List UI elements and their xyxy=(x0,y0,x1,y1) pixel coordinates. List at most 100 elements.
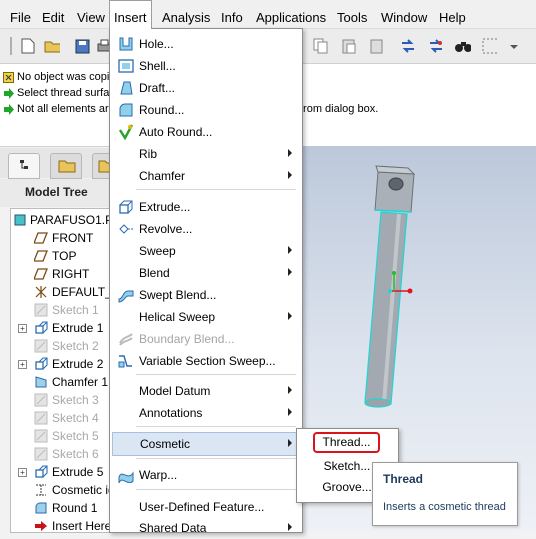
tree-item-label: PARAFUSO1.PR xyxy=(30,213,111,227)
tree-item-label: TOP xyxy=(52,249,77,263)
navigator-tabs xyxy=(0,148,114,179)
menu-item-chamfer[interactable]: Chamfer xyxy=(111,165,300,187)
part-icon xyxy=(14,214,26,226)
menu-insert[interactable]: Insert xyxy=(109,0,152,29)
csys-icon xyxy=(35,286,47,298)
menu-item-hole[interactable]: Hole... xyxy=(111,33,300,55)
insert-arrow-icon xyxy=(35,521,47,531)
tree-item[interactable]: DEFAULT_C xyxy=(34,284,111,300)
menu-edit[interactable]: Edit xyxy=(38,0,68,28)
tree-item[interactable]: PARAFUSO1.PR xyxy=(14,212,111,228)
menu-tools[interactable]: Tools xyxy=(333,0,371,28)
menu-item-shared-data[interactable]: Shared Data xyxy=(111,517,300,539)
chevron-right-icon xyxy=(288,408,292,416)
menu-item-shell[interactable]: Shell... xyxy=(111,55,300,77)
tree-item-label: Extrude 2 xyxy=(52,357,104,371)
auto-round-icon xyxy=(118,124,134,140)
tree-item[interactable]: Sketch 4 xyxy=(34,410,99,426)
menu-item-label: Sketch... xyxy=(323,459,371,473)
menu-item-blend[interactable]: Blend xyxy=(111,262,300,284)
chamfer-icon xyxy=(35,376,47,388)
menu-item-revolve[interactable]: Revolve... xyxy=(111,218,300,240)
open-folder-icon[interactable] xyxy=(44,38,60,54)
find-icon[interactable] xyxy=(455,38,471,54)
new-file-icon[interactable] xyxy=(20,38,36,54)
tooltip: Thread Inserts a cosmetic thread xyxy=(372,462,518,526)
model-tree-header: Model Tree xyxy=(0,179,110,207)
tree-item[interactable]: Extrude 2 xyxy=(34,356,103,372)
tree-item[interactable]: Sketch 6 xyxy=(34,446,99,462)
tree-item-label: Sketch 4 xyxy=(52,411,99,425)
menu-applications[interactable]: Applications xyxy=(252,0,330,28)
menu-file[interactable]: File xyxy=(6,0,35,28)
menu-view[interactable]: View xyxy=(73,0,109,28)
tree-item[interactable]: Round 1 xyxy=(34,500,97,516)
tree-item[interactable]: Extrude 1 xyxy=(34,320,103,336)
tree-item[interactable]: Extrude 5 xyxy=(34,464,103,480)
menu-item-sweep[interactable]: Sweep xyxy=(111,240,300,262)
chevron-right-icon xyxy=(288,268,292,276)
sketch-icon xyxy=(34,411,48,425)
message-text: from dialog box. xyxy=(300,103,379,115)
chevron-right-icon xyxy=(288,149,292,157)
menu-item-rib[interactable]: Rib xyxy=(111,143,300,165)
menu-item-label: Thread... xyxy=(322,435,371,449)
menu-item-thread[interactable]: Thread... xyxy=(313,432,380,453)
tree-item-label: Sketch 1 xyxy=(52,303,99,317)
tree-item[interactable]: Sketch 2 xyxy=(34,338,99,354)
menu-info[interactable]: Info xyxy=(217,0,247,28)
model-tree-icon xyxy=(20,160,28,169)
menu-item-round[interactable]: Round... xyxy=(111,99,300,121)
tree-item[interactable]: TOP xyxy=(34,248,76,264)
menu-item-draft[interactable]: Draft... xyxy=(111,77,300,99)
menu-item-warp[interactable]: Warp... xyxy=(111,464,300,486)
tree-item-label: Extrude 5 xyxy=(52,465,104,479)
selection-box-icon[interactable] xyxy=(482,38,498,54)
menu-item-auto-round[interactable]: Auto Round... xyxy=(111,121,300,143)
regen-manager-icon[interactable] xyxy=(428,38,444,54)
tree-item-label: Extrude 1 xyxy=(52,321,104,335)
menu-item-cosmetic[interactable]: Cosmetic xyxy=(112,432,299,456)
menu-item-user-defined-feature[interactable]: User-Defined Feature... xyxy=(111,496,300,518)
paste-icon[interactable] xyxy=(341,38,357,54)
menu-item-variable-section-sweep[interactable]: Variable Section Sweep... xyxy=(111,350,300,372)
regenerate-icon[interactable] xyxy=(400,38,416,54)
save-icon[interactable] xyxy=(74,38,90,54)
paste-special-icon[interactable] xyxy=(369,38,385,54)
menu-window[interactable]: Window xyxy=(377,0,431,28)
menu-item-boundary-blend[interactable]: Boundary Blend... xyxy=(111,328,300,350)
tooltip-description: Inserts a cosmetic thread xyxy=(383,501,506,513)
menu-item-extrude[interactable]: Extrude... xyxy=(111,196,300,218)
chevron-down-icon[interactable] xyxy=(506,38,522,54)
tab-model-tree[interactable] xyxy=(8,153,40,179)
tree-item[interactable]: Cosmetic id xyxy=(34,482,111,498)
menu-item-model-datum[interactable]: Model Datum xyxy=(111,380,300,402)
expand-icon[interactable]: + xyxy=(18,360,27,369)
hole-icon xyxy=(119,37,133,51)
menu-item-annotations[interactable]: Annotations xyxy=(111,402,300,424)
menu-separator xyxy=(136,374,296,375)
menu-item-helical-sweep[interactable]: Helical Sweep xyxy=(111,306,300,328)
expand-icon[interactable]: + xyxy=(18,324,27,333)
copy-icon[interactable] xyxy=(313,38,329,54)
tree-item-label: Cosmetic id xyxy=(52,483,111,497)
toolbar-grip-icon xyxy=(4,37,20,55)
tree-item[interactable]: Sketch 1 xyxy=(34,302,99,318)
tree-item-label: Sketch 3 xyxy=(52,393,99,407)
expand-icon[interactable]: + xyxy=(18,468,27,477)
tree-item[interactable]: FRONT xyxy=(34,230,93,246)
menu-item-swept-blend[interactable]: Swept Blend... xyxy=(111,284,300,306)
cosmetic-icon xyxy=(36,484,46,496)
menu-bar: File Edit View Insert Analysis Info Appl… xyxy=(0,0,536,29)
tree-item[interactable]: Sketch 5 xyxy=(34,428,99,444)
tree-item[interactable]: Chamfer 1 xyxy=(34,374,108,390)
tab-folder-browser[interactable] xyxy=(50,153,82,179)
sketch-icon xyxy=(34,303,48,317)
menu-analysis[interactable]: Analysis xyxy=(158,0,214,28)
tree-item-label: Round 1 xyxy=(52,501,98,515)
green-arrow-icon xyxy=(4,87,14,99)
tree-item[interactable]: Sketch 3 xyxy=(34,392,99,408)
draft-icon xyxy=(120,81,133,95)
menu-help[interactable]: Help xyxy=(435,0,470,28)
tree-item[interactable]: RIGHT xyxy=(34,266,89,282)
